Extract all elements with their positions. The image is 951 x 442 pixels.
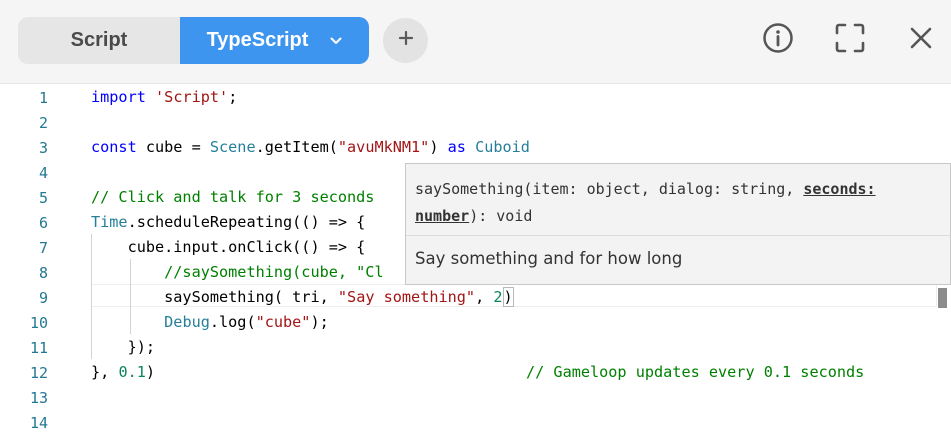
code-line-7: cube.input.onClick(() => { [91, 238, 366, 256]
fullscreen-button[interactable] [832, 22, 868, 58]
code-line-8: //saySomething(cube, "Cl [91, 263, 384, 281]
code-line-5: // Click and talk for 3 seconds [91, 188, 375, 206]
line-number: 14 [29, 414, 48, 432]
info-button[interactable] [760, 22, 796, 58]
close-icon [909, 26, 933, 55]
toolbar: Script TypeScript [0, 0, 951, 84]
code-line-11: }); [91, 338, 156, 356]
code-line-10: Debug.log("cube"); [164, 313, 329, 331]
close-button[interactable] [903, 22, 939, 58]
chevron-down-icon[interactable] [330, 37, 342, 45]
line-number: 7 [38, 239, 48, 257]
code-line-12-comment: // Gameloop updates every 0.1 seconds [526, 363, 865, 381]
line-number: 8 [38, 264, 48, 282]
line-number: 4 [38, 164, 48, 182]
fullscreen-icon [834, 22, 866, 59]
code-line-9: saySomething( tri, "Say something", 2) [91, 287, 514, 307]
line-number: 13 [29, 389, 48, 407]
tooltip-divider [406, 235, 950, 236]
signature-text: saySomething(item: object, dialog: strin… [415, 180, 876, 225]
line-number: 9 [38, 289, 48, 307]
scrollbar-thumb[interactable] [938, 288, 947, 308]
tab-typescript[interactable]: TypeScript [180, 17, 369, 64]
code-line-6: Time.scheduleRepeating(() => { [91, 213, 366, 231]
signature-help-tooltip: saySomething(item: object, dialog: strin… [405, 163, 951, 285]
line-number: 5 [38, 189, 48, 207]
code-line-1: import 'Script'; [91, 88, 238, 106]
plus-icon [398, 30, 414, 51]
line-number: 3 [38, 139, 48, 157]
line-number: 2 [38, 114, 48, 132]
add-button[interactable] [383, 18, 428, 63]
tab-typescript-label: TypeScript [206, 29, 309, 51]
tab-script[interactable]: Script [18, 17, 180, 64]
signature-documentation: Say something and for how long [415, 249, 683, 268]
line-number: 1 [38, 89, 48, 107]
tab-script-label: Script [70, 29, 128, 51]
info-icon [762, 22, 794, 59]
code-line-12: }, 0.1) [91, 363, 156, 381]
language-switch: Script TypeScript [18, 17, 369, 64]
code-line-3: const cube = Scene.getItem("avuMkNM1") a… [91, 138, 530, 156]
line-number: 11 [29, 339, 48, 357]
line-number: 12 [29, 364, 48, 382]
line-number: 10 [29, 314, 48, 332]
line-number: 6 [38, 214, 48, 232]
